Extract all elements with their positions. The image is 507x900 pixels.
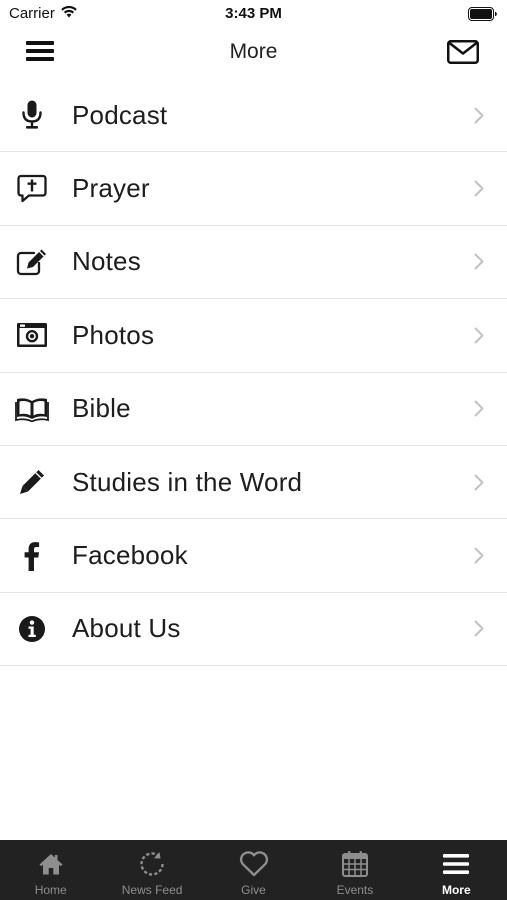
edit-note-icon (14, 244, 50, 280)
info-icon (14, 611, 50, 647)
tab-more[interactable]: More (406, 840, 507, 900)
status-time: 3:43 PM (225, 5, 282, 22)
prayer-bubble-icon (14, 171, 50, 207)
menu-item-notes[interactable]: Notes (0, 226, 507, 300)
pencil-icon (14, 464, 50, 500)
tab-home[interactable]: Home (0, 840, 101, 900)
menu-item-label: Studies in the Word (72, 466, 303, 497)
menu-item-label: Prayer (72, 173, 150, 204)
nav-bar: More (0, 28, 507, 78)
tab-give[interactable]: Give (203, 840, 304, 900)
envelope-icon (447, 39, 479, 69)
page-title: More (229, 40, 278, 63)
menu-item-label: Photos (72, 319, 155, 350)
chevron-right-icon (473, 546, 485, 566)
menu-item-about[interactable]: About Us (0, 593, 507, 667)
menu-item-studies[interactable]: Studies in the Word (0, 446, 507, 520)
microphone-icon (14, 97, 50, 133)
menu-item-label: Facebook (72, 540, 188, 571)
menu-item-bible[interactable]: Bible (0, 373, 507, 446)
home-icon (35, 848, 67, 880)
tab-events[interactable]: Events (304, 840, 405, 900)
camera-icon (14, 317, 50, 353)
mail-button[interactable] (445, 39, 481, 69)
menu-item-label: Notes (72, 246, 141, 277)
tab-label: More (441, 883, 471, 897)
chevron-right-icon (473, 619, 485, 639)
chevron-right-icon (473, 105, 485, 125)
battery-icon (468, 7, 498, 21)
chevron-right-icon (473, 399, 485, 419)
open-book-icon (14, 391, 50, 427)
menu-item-photos[interactable]: Photos (0, 299, 507, 373)
calendar-icon (339, 848, 371, 880)
tab-label: Events (336, 883, 374, 897)
hamburger-icon (440, 848, 472, 880)
facebook-icon (14, 538, 50, 574)
tab-label: Home (34, 883, 67, 897)
heart-icon (238, 848, 270, 880)
chevron-right-icon (473, 252, 485, 272)
menu-list: Podcast Prayer Notes Photos Bible Studie… (0, 79, 507, 667)
tab-news-feed[interactable]: News Feed (101, 840, 202, 900)
chevron-right-icon (473, 179, 485, 199)
menu-item-label: About Us (72, 613, 181, 644)
menu-item-label: Bible (72, 393, 131, 424)
menu-item-podcast[interactable]: Podcast (0, 79, 507, 153)
tab-label: Give (241, 883, 266, 897)
refresh-icon (136, 848, 168, 880)
status-bar: Carrier 3:43 PM (0, 0, 507, 28)
menu-item-label: Podcast (72, 99, 168, 130)
chevron-right-icon (473, 325, 485, 345)
tab-label: News Feed (121, 883, 183, 897)
menu-item-facebook[interactable]: Facebook (0, 519, 507, 593)
chevron-right-icon (473, 472, 485, 492)
tab-bar: Home News Feed Give Events More (0, 840, 507, 900)
menu-item-prayer[interactable]: Prayer (0, 152, 507, 226)
